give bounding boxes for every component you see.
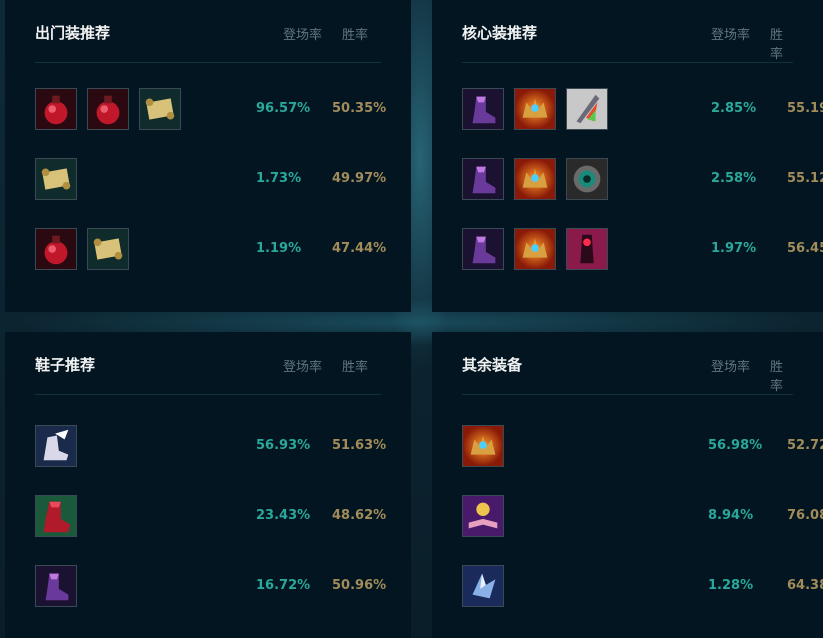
others-panel-header: 其余装备 登场率 胜率	[462, 332, 793, 395]
item-build-row[interactable]: 8.94% 76.08%	[432, 495, 823, 539]
win-rate-value: 50.96%	[332, 578, 387, 593]
item-build-row[interactable]: 96.57% 50.35%	[5, 88, 411, 132]
item-icons	[35, 88, 181, 130]
fire-crown-icon[interactable]	[462, 425, 504, 467]
item-icons	[462, 228, 608, 270]
winged-boots-icon[interactable]	[35, 425, 77, 467]
sorcerer-boots-icon[interactable]	[462, 158, 504, 200]
column-header-win-rate[interactable]: 胜率	[342, 24, 368, 43]
win-rate-value: 76.08%	[787, 508, 823, 523]
column-header-play-rate[interactable]: 登场率	[711, 356, 750, 375]
eye-orb-icon[interactable]	[566, 158, 608, 200]
boots-panel: 鞋子推荐 登场率 胜率 56.93% 51.63% 23.43% 48.62% 16.72% 5…	[5, 332, 411, 638]
play-rate-value: 56.98%	[708, 438, 763, 453]
crystal-shard-icon[interactable]	[462, 565, 504, 607]
feather-blade-icon[interactable]	[566, 88, 608, 130]
item-build-row[interactable]: 1.73% 49.97%	[5, 158, 411, 202]
win-rate-value: 49.97%	[332, 171, 387, 186]
win-rate-value: 48.62%	[332, 508, 387, 523]
column-header-win-rate[interactable]: 胜率	[342, 356, 368, 375]
starter-panel-header: 出门装推荐 登场率 胜率	[35, 0, 381, 63]
play-rate-value: 1.28%	[708, 578, 754, 593]
win-rate-value: 51.63%	[332, 438, 387, 453]
item-icons	[462, 425, 504, 467]
red-potion-icon[interactable]	[35, 228, 77, 270]
item-build-row[interactable]: 56.98% 52.72%	[432, 425, 823, 469]
fire-crown-icon[interactable]	[514, 228, 556, 270]
column-header-win-rate[interactable]: 胜率	[770, 356, 793, 394]
panel-title: 出门装推荐	[35, 24, 111, 42]
play-rate-value: 1.97%	[711, 241, 757, 256]
panel-title: 核心装推荐	[462, 24, 538, 42]
play-rate-value: 1.19%	[256, 241, 302, 256]
win-rate-value: 56.45%	[787, 241, 823, 256]
sorcerer-boots-icon[interactable]	[35, 565, 77, 607]
item-icons	[35, 425, 77, 467]
item-icons	[35, 495, 77, 537]
win-rate-value: 55.12%	[787, 171, 823, 186]
item-build-row[interactable]: 1.28% 64.38%	[432, 565, 823, 609]
scroll-icon[interactable]	[87, 228, 129, 270]
item-build-row[interactable]: 16.72% 50.96%	[5, 565, 411, 609]
item-icons	[462, 495, 504, 537]
item-build-row[interactable]: 56.93% 51.63%	[5, 425, 411, 469]
sorcerer-boots-icon[interactable]	[462, 228, 504, 270]
win-rate-value: 50.35%	[332, 101, 387, 116]
magic-book-icon[interactable]	[462, 495, 504, 537]
item-icons	[35, 228, 129, 270]
play-rate-value: 16.72%	[256, 578, 311, 593]
fire-crown-icon[interactable]	[514, 88, 556, 130]
item-icons	[462, 158, 608, 200]
dark-totem-icon[interactable]	[566, 228, 608, 270]
item-icons	[462, 565, 504, 607]
item-build-row[interactable]: 1.97% 56.45%	[432, 228, 823, 272]
item-build-row[interactable]: 23.43% 48.62%	[5, 495, 411, 539]
play-rate-value: 2.85%	[711, 101, 757, 116]
item-build-row[interactable]: 2.58% 55.12%	[432, 158, 823, 202]
column-header-play-rate[interactable]: 登场率	[283, 356, 322, 375]
sorcerer-boots-icon[interactable]	[462, 88, 504, 130]
column-header-win-rate[interactable]: 胜率	[770, 24, 793, 62]
item-build-row[interactable]: 2.85% 55.19%	[432, 88, 823, 132]
play-rate-value: 56.93%	[256, 438, 311, 453]
other-items-panel: 其余装备 登场率 胜率 56.98% 52.72% 8.94% 76.08% 1.28% 64.…	[432, 332, 823, 638]
red-boots-icon[interactable]	[35, 495, 77, 537]
item-build-row[interactable]: 1.19% 47.44%	[5, 228, 411, 272]
column-header-play-rate[interactable]: 登场率	[283, 24, 322, 43]
win-rate-value: 55.19%	[787, 101, 823, 116]
column-header-play-rate[interactable]: 登场率	[711, 24, 750, 43]
item-icons	[35, 565, 77, 607]
play-rate-value: 23.43%	[256, 508, 311, 523]
item-icons	[462, 88, 608, 130]
core-panel-header: 核心装推荐 登场率 胜率	[462, 0, 793, 63]
red-potion-icon[interactable]	[35, 88, 77, 130]
win-rate-value: 52.72%	[787, 438, 823, 453]
play-rate-value: 96.57%	[256, 101, 311, 116]
panel-title: 其余装备	[462, 356, 523, 374]
panel-title: 鞋子推荐	[35, 356, 96, 374]
play-rate-value: 8.94%	[708, 508, 754, 523]
core-items-panel: 核心装推荐 登场率 胜率 2.85% 55.19% 2.58% 55.12% 1.97% 56.…	[432, 0, 823, 312]
fire-crown-icon[interactable]	[514, 158, 556, 200]
win-rate-value: 47.44%	[332, 241, 387, 256]
play-rate-value: 1.73%	[256, 171, 302, 186]
scroll-icon[interactable]	[139, 88, 181, 130]
play-rate-value: 2.58%	[711, 171, 757, 186]
win-rate-value: 64.38%	[787, 578, 823, 593]
item-icons	[35, 158, 77, 200]
red-potion-icon[interactable]	[87, 88, 129, 130]
boots-panel-header: 鞋子推荐 登场率 胜率	[35, 332, 381, 395]
scroll-icon[interactable]	[35, 158, 77, 200]
starter-items-panel: 出门装推荐 登场率 胜率 96.57% 50.35% 1.73% 49.97% 1.19% 47…	[5, 0, 411, 312]
